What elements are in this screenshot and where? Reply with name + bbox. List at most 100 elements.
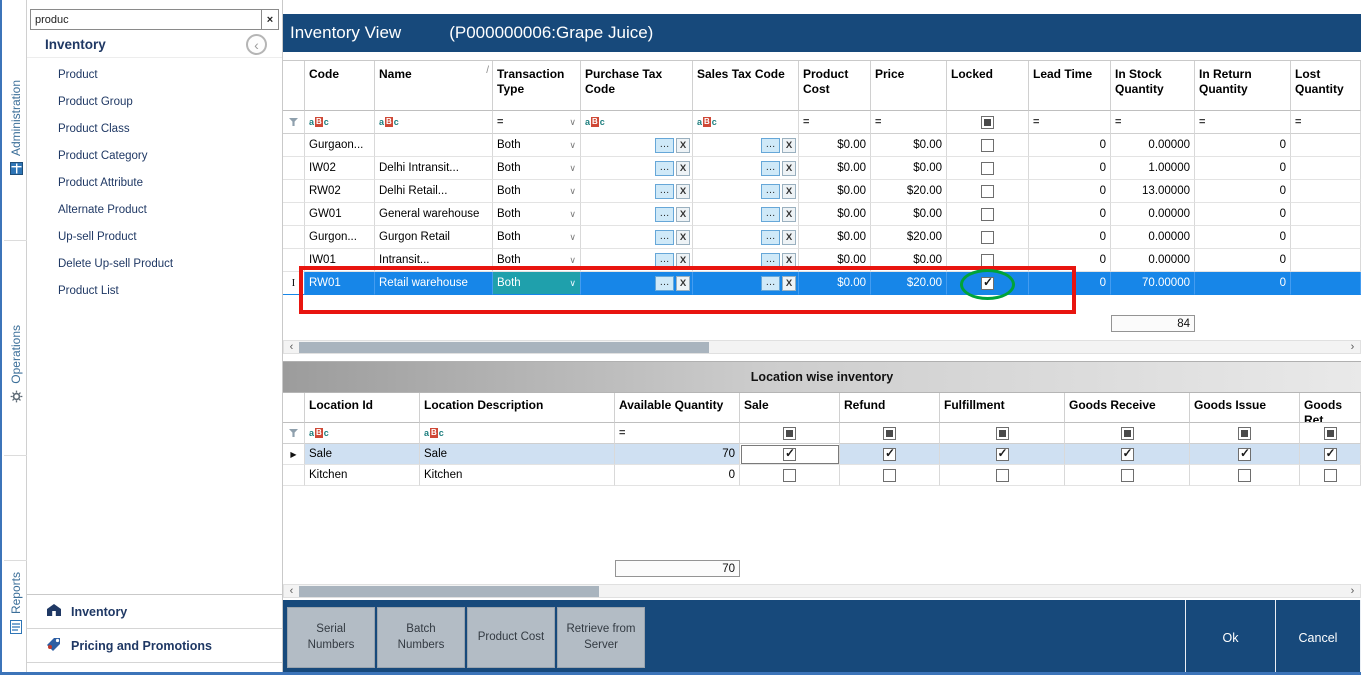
clear-button[interactable]: X [676,183,690,199]
cell-in-return[interactable]: 0 [1195,180,1291,203]
cell-code[interactable]: Gurgaon... [305,134,375,157]
cancel-button[interactable]: Cancel [1275,600,1361,675]
ellipsis-button[interactable]: … [655,160,674,176]
cell-in-stock[interactable]: 70.00000 [1111,272,1195,295]
col-header-refund[interactable]: Refund [840,393,940,423]
table-row-selected[interactable]: ▶ Sale Sale 70 [283,444,1361,465]
filter-purchase-tax[interactable]: aBc [581,111,693,134]
col-header-locked[interactable]: Locked [947,61,1029,111]
scrollbar-thumb[interactable] [299,586,599,597]
chevron-down-icon[interactable]: ∨ [569,232,576,243]
cell-in-return[interactable]: 0 [1195,249,1291,272]
clear-button[interactable]: X [676,137,690,153]
filter-location-id[interactable]: aBc [305,423,420,444]
col-header-lead-time[interactable]: Lead Time [1029,61,1111,111]
table-row[interactable]: IW01 Intransit... Both ∨ … X … X $0.00 $0.0… [283,249,1361,272]
ellipsis-button[interactable]: … [655,252,674,268]
sidebar-item-product[interactable]: Product [27,62,282,89]
cell-name[interactable] [375,134,493,157]
cell-product-cost[interactable]: $0.00 [799,249,871,272]
section-inventory[interactable]: Inventory [27,595,282,629]
sale-checkbox[interactable] [783,446,796,461]
cell-transaction-type[interactable]: Both ∨ [493,134,581,157]
sidebar-item-alternate-product[interactable]: Alternate Product [27,197,282,224]
cell-in-stock[interactable]: 0.00000 [1111,249,1195,272]
cell-purchase-tax[interactable]: … X [581,272,693,295]
col-header-goods-return[interactable]: Goods Ret [1300,393,1361,423]
cell-locked[interactable] [947,272,1029,295]
sidebar-item-product-group[interactable]: Product Group [27,89,282,116]
cell-in-return[interactable]: 0 [1195,157,1291,180]
sidebar-item-product-list[interactable]: Product List [27,278,282,305]
ellipsis-button[interactable]: … [655,229,674,245]
clear-button[interactable]: X [782,160,796,176]
ellipsis-button[interactable]: … [761,252,780,268]
chevron-down-icon[interactable]: ∨ [569,163,576,174]
cell-lead-time[interactable]: 0 [1029,272,1111,295]
filter-goods-return[interactable] [1300,423,1361,444]
cell-code[interactable]: Gurgon... [305,226,375,249]
chevron-down-icon[interactable]: ∨ [569,255,576,266]
cell-price[interactable]: $0.00 [871,157,947,180]
cell-product-cost[interactable]: $0.00 [799,226,871,249]
table-row[interactable]: Kitchen Kitchen 0 [283,465,1361,486]
table-row[interactable]: Gurgaon... Both ∨ … X … X $0.00 $0.00 0 0.0… [283,134,1361,157]
refund-checkbox[interactable] [883,468,896,482]
filter-sale[interactable] [740,423,840,444]
sidebar-item-delete-up-sell-product[interactable]: Delete Up-sell Product [27,251,282,278]
locked-checkbox[interactable] [981,184,994,198]
col-header-name[interactable]: Name / [375,61,493,111]
cell-lost[interactable] [1291,272,1361,295]
cell-name[interactable]: Intransit... [375,249,493,272]
clear-button[interactable]: X [782,229,796,245]
filter-transaction-type[interactable]: = ∨ [493,111,581,134]
cell-location-description[interactable]: Sale [420,444,615,465]
ellipsis-button[interactable]: … [761,183,780,199]
cell-fulfillment[interactable] [940,444,1065,465]
cell-fulfillment[interactable] [940,465,1065,486]
cell-refund[interactable] [840,444,940,465]
chevron-down-icon[interactable]: ∨ [569,209,576,220]
col-header-sale[interactable]: Sale [740,393,840,423]
ellipsis-button[interactable]: … [761,275,780,291]
goods-issue-checkbox[interactable] [1238,446,1251,461]
filter-available-quantity[interactable]: = [615,423,740,444]
cell-name[interactable]: Retail warehouse [375,272,493,295]
chevron-down-icon[interactable]: ∨ [569,140,576,151]
col-header-lost[interactable]: Lost Quantity [1291,61,1361,111]
col-header-price[interactable]: Price [871,61,947,111]
col-header-product-cost[interactable]: Product Cost [799,61,871,111]
locked-checkbox[interactable] [981,207,994,221]
search-input[interactable] [31,10,261,29]
cell-in-stock[interactable]: 0.00000 [1111,226,1195,249]
goods-return-filter-checkbox[interactable] [1323,426,1337,440]
collapse-back-icon[interactable]: ‹ [246,34,267,55]
cell-lost[interactable] [1291,180,1361,203]
goods-receive-checkbox[interactable] [1120,446,1134,461]
cell-location-description[interactable]: Kitchen [420,465,615,486]
cell-purchase-tax[interactable]: … X [581,180,693,203]
clear-button[interactable]: X [676,252,690,268]
locked-checkbox[interactable] [981,161,994,175]
clear-button[interactable]: X [676,229,690,245]
cell-code[interactable]: RW01 [305,272,375,295]
cell-product-cost[interactable]: $0.00 [799,203,871,226]
cell-price[interactable]: $20.00 [871,272,947,295]
col-header-available-quantity[interactable]: Available Quantity [615,393,740,423]
col-header-location-id[interactable]: Location Id [305,393,420,423]
locked-filter-checkbox[interactable] [981,115,994,129]
ellipsis-button[interactable]: … [761,229,780,245]
filter-price[interactable]: = [871,111,947,134]
col-header-goods-receive[interactable]: Goods Receive [1065,393,1190,423]
cell-lost[interactable] [1291,203,1361,226]
cell-price[interactable]: $0.00 [871,249,947,272]
cell-goods-issue[interactable] [1190,444,1300,465]
chevron-down-icon[interactable]: ∨ [569,186,576,197]
locked-checkbox[interactable] [981,138,994,152]
product-cost-button[interactable]: Product Cost [467,607,555,668]
filter-lead-time[interactable]: = [1029,111,1111,134]
goods-return-checkbox[interactable] [1323,468,1337,482]
col-header-transaction-type[interactable]: Transaction Type [493,61,581,111]
scroll-left-icon[interactable]: ‹ [284,341,299,353]
cell-sales-tax[interactable]: … X [693,157,799,180]
